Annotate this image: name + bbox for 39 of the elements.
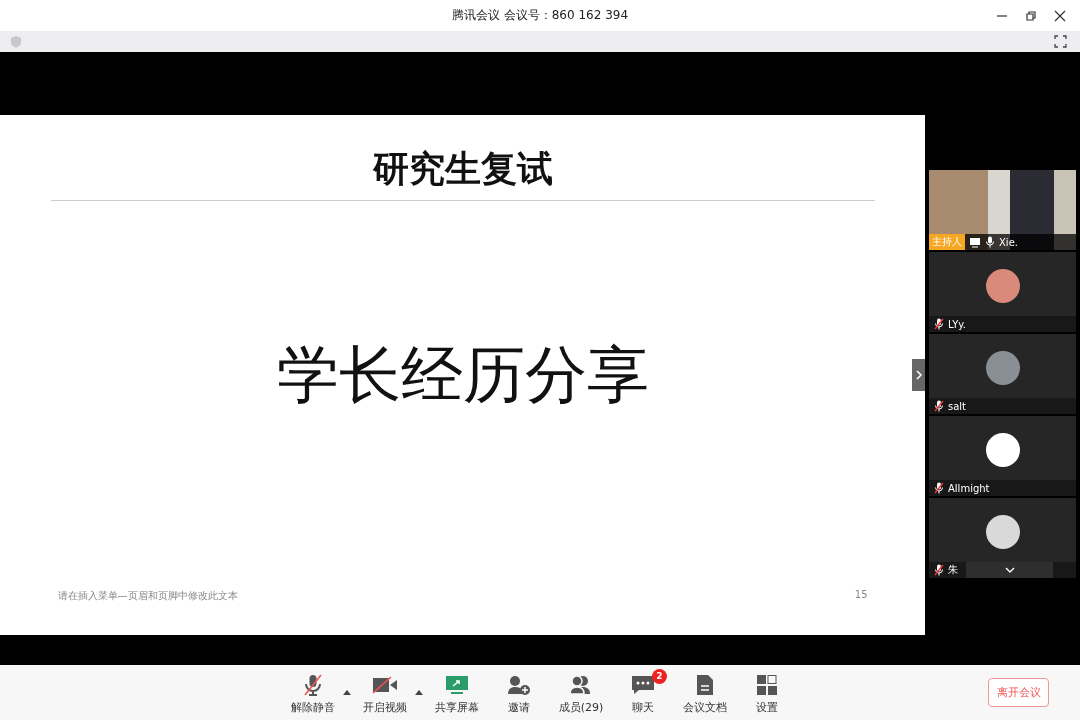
- members-button[interactable]: 成员(29): [553, 672, 609, 715]
- collapse-handle[interactable]: [912, 359, 925, 391]
- participant-tile[interactable]: 主持人 Xie.: [929, 170, 1076, 250]
- participant-tile[interactable]: LYy.: [929, 252, 1076, 332]
- caret-icon[interactable]: [415, 689, 423, 695]
- grid-icon: [756, 673, 778, 696]
- screen-share-icon: [445, 674, 469, 695]
- chat-icon: [631, 674, 655, 695]
- camera-button[interactable]: 开启视频: [357, 672, 413, 715]
- users-icon: [569, 674, 593, 695]
- fullscreen-icon[interactable]: [1054, 35, 1067, 48]
- participant-name: salt: [948, 400, 967, 412]
- participant-tile[interactable]: Allmight: [929, 416, 1076, 496]
- chevron-right-icon: [914, 369, 923, 381]
- share-button[interactable]: 共享屏幕: [429, 672, 485, 715]
- participant-tile[interactable]: salt: [929, 334, 1076, 414]
- mic-button[interactable]: 解除静音: [285, 672, 341, 715]
- caret-icon[interactable]: [343, 689, 351, 695]
- settings-button[interactable]: 设置: [739, 672, 795, 715]
- participant-name: Xie.: [999, 236, 1018, 248]
- restore-icon[interactable]: [1025, 10, 1037, 22]
- slide-title: 研究生复试: [372, 147, 553, 191]
- chevron-down-icon: [1003, 566, 1016, 574]
- participant-name: LYy.: [948, 318, 967, 330]
- window-title: 腾讯会议 会议号：860 162 394: [451, 7, 629, 24]
- docs-button[interactable]: 会议文档: [677, 672, 733, 715]
- add-user-icon: [507, 674, 531, 695]
- slide-footer-text: 请在插入菜单—页眉和页脚中修改此文本: [57, 589, 238, 603]
- participant-name: Allmight: [948, 482, 990, 494]
- participant-tile[interactable]: 朱: [929, 498, 1076, 578]
- notification-badge: 2: [652, 668, 667, 684]
- slide-number: 15: [854, 589, 868, 602]
- host-badge: 主持人: [929, 234, 965, 250]
- invite-button[interactable]: 邀请: [491, 672, 547, 715]
- leave-meeting-button[interactable]: 离开会议: [988, 678, 1049, 707]
- document-icon: [696, 673, 714, 696]
- close-icon[interactable]: [1054, 10, 1066, 22]
- slide-heading: 学长经历分享: [276, 337, 649, 413]
- participant-name: 朱: [948, 563, 958, 577]
